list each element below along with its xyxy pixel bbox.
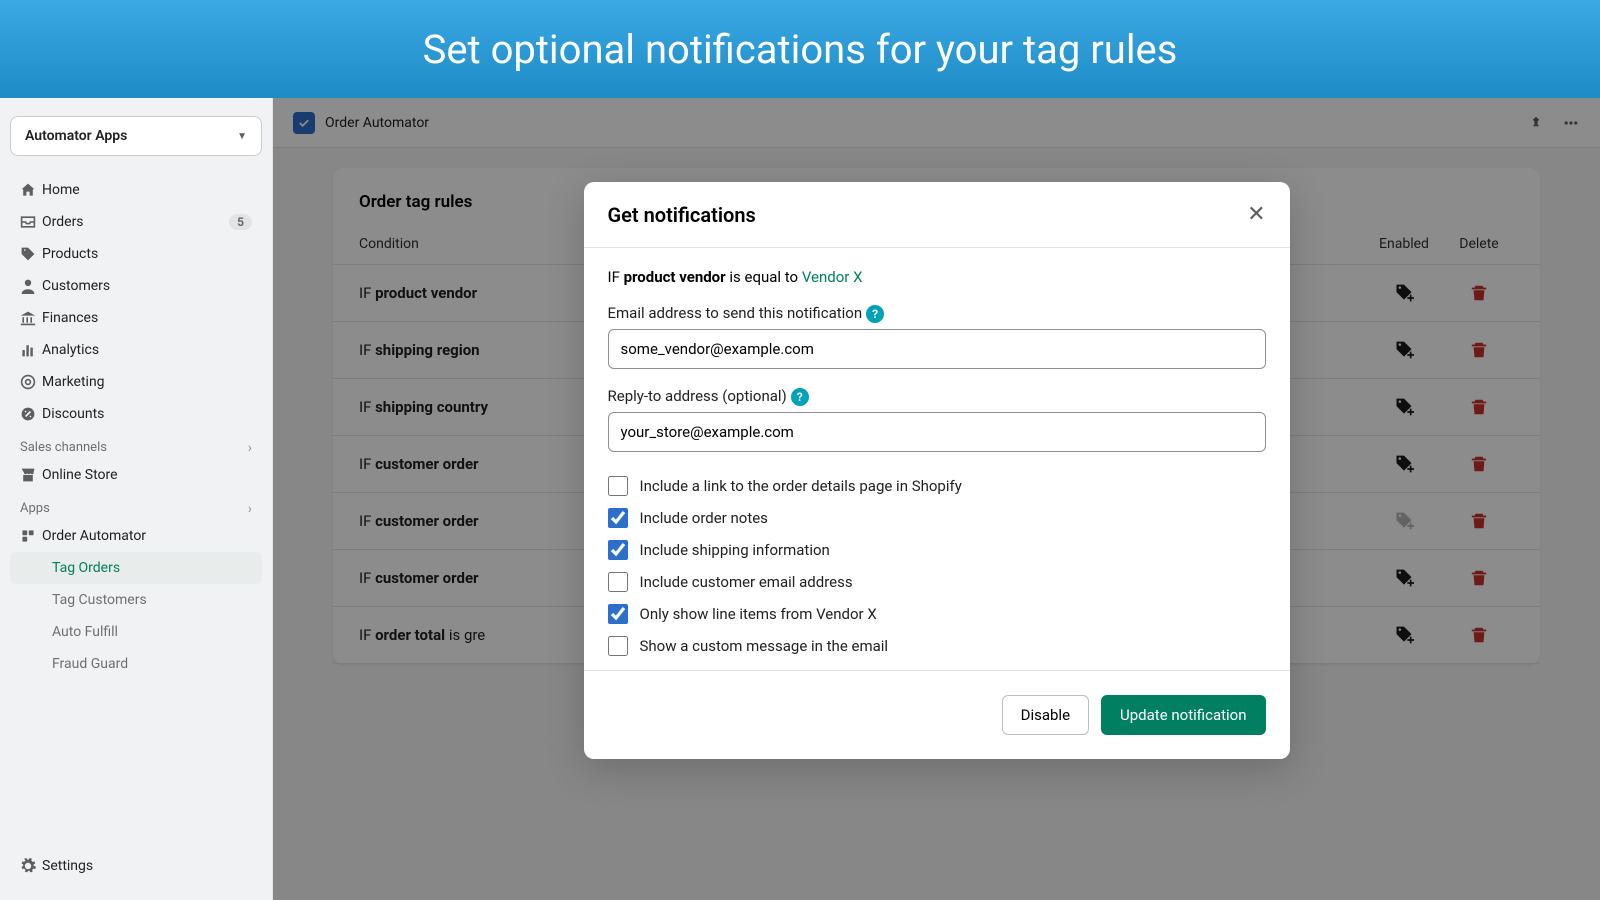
reply-input[interactable] bbox=[608, 412, 1266, 452]
app-icon bbox=[20, 528, 42, 544]
update-button[interactable]: Update notification bbox=[1101, 695, 1265, 735]
nav-finances[interactable]: Finances bbox=[10, 302, 262, 334]
nav-apps[interactable]: Apps› bbox=[10, 491, 262, 520]
modal-overlay[interactable]: Get notifications ✕ IF product vendor is… bbox=[273, 98, 1600, 900]
home-icon bbox=[20, 182, 42, 198]
discount-icon bbox=[20, 406, 42, 422]
checkbox[interactable] bbox=[608, 636, 628, 656]
chevron-down-icon: ▼ bbox=[237, 131, 247, 142]
checkbox-label: Only show line items from Vendor X bbox=[640, 605, 877, 623]
banner-title: Set optional notifications for your tag … bbox=[423, 26, 1178, 73]
reply-label: Reply-to address (optional)? bbox=[608, 387, 1266, 406]
checkbox-row: Include order notes bbox=[608, 502, 1266, 534]
sidebar: Automator Apps ▼ Home Orders5 Products C… bbox=[0, 98, 273, 900]
nav-tag-customers[interactable]: Tag Customers bbox=[10, 584, 262, 616]
person-icon bbox=[20, 278, 42, 294]
tag-icon bbox=[20, 246, 42, 262]
checkbox-label: Include a link to the order details page… bbox=[640, 477, 962, 495]
target-icon bbox=[20, 374, 42, 390]
checkbox[interactable] bbox=[608, 604, 628, 624]
nav-analytics[interactable]: Analytics bbox=[10, 334, 262, 366]
modal-title: Get notifications bbox=[608, 203, 756, 227]
app-selector-label: Automator Apps bbox=[25, 128, 127, 144]
checkbox-row: Include customer email address bbox=[608, 566, 1266, 598]
nav-tag-orders[interactable]: Tag Orders bbox=[10, 552, 262, 584]
checkbox[interactable] bbox=[608, 508, 628, 528]
checkbox-label: Include order notes bbox=[640, 509, 768, 527]
bank-icon bbox=[20, 310, 42, 326]
checkbox-label: Include shipping information bbox=[640, 541, 830, 559]
checkbox-label: Include customer email address bbox=[640, 573, 853, 591]
checkbox[interactable] bbox=[608, 476, 628, 496]
inbox-icon bbox=[20, 214, 42, 230]
help-icon[interactable]: ? bbox=[866, 305, 884, 323]
chart-icon bbox=[20, 342, 42, 358]
checkbox-label: Show a custom message in the email bbox=[640, 637, 889, 655]
banner: Set optional notifications for your tag … bbox=[0, 0, 1600, 98]
store-icon bbox=[20, 467, 42, 483]
nav-online-store[interactable]: Online Store bbox=[10, 459, 262, 491]
chevron-right-icon: › bbox=[248, 501, 252, 517]
nav-list: Home Orders5 Products Customers Finances… bbox=[10, 174, 262, 680]
notifications-modal: Get notifications ✕ IF product vendor is… bbox=[584, 182, 1290, 759]
nav-order-automator[interactable]: Order Automator bbox=[10, 520, 262, 552]
checkbox-row: Show a custom message in the email bbox=[608, 630, 1266, 662]
nav-customers[interactable]: Customers bbox=[10, 270, 262, 302]
app-selector[interactable]: Automator Apps ▼ bbox=[10, 116, 262, 156]
checkbox-row: Include a link to the order details page… bbox=[608, 470, 1266, 502]
checkbox[interactable] bbox=[608, 572, 628, 592]
disable-button[interactable]: Disable bbox=[1002, 695, 1089, 735]
modal-condition: IF product vendor is equal to Vendor X bbox=[608, 268, 1266, 286]
chevron-right-icon: › bbox=[248, 440, 252, 456]
checkbox-row: Include shipping information bbox=[608, 534, 1266, 566]
nav-discounts[interactable]: Discounts bbox=[10, 398, 262, 430]
main: Order Automator Order tag rules Conditio… bbox=[273, 98, 1600, 900]
checkbox[interactable] bbox=[608, 540, 628, 560]
nav-products[interactable]: Products bbox=[10, 238, 262, 270]
gear-icon bbox=[20, 858, 42, 874]
nav-orders[interactable]: Orders5 bbox=[10, 206, 262, 238]
nav-home[interactable]: Home bbox=[10, 174, 262, 206]
email-label: Email address to send this notification? bbox=[608, 304, 1266, 323]
help-icon[interactable]: ? bbox=[791, 388, 809, 406]
nav-auto-fulfill[interactable]: Auto Fulfill bbox=[10, 616, 262, 648]
nav-sales-channels[interactable]: Sales channels› bbox=[10, 430, 262, 459]
email-input[interactable] bbox=[608, 329, 1266, 369]
nav-fraud-guard[interactable]: Fraud Guard bbox=[10, 648, 262, 680]
orders-badge: 5 bbox=[229, 214, 252, 230]
close-button[interactable]: ✕ bbox=[1247, 202, 1265, 227]
checkbox-row: Only show line items from Vendor X bbox=[608, 598, 1266, 630]
nav-settings[interactable]: Settings bbox=[10, 850, 262, 882]
vendor-link[interactable]: Vendor X bbox=[802, 268, 863, 286]
nav-marketing[interactable]: Marketing bbox=[10, 366, 262, 398]
